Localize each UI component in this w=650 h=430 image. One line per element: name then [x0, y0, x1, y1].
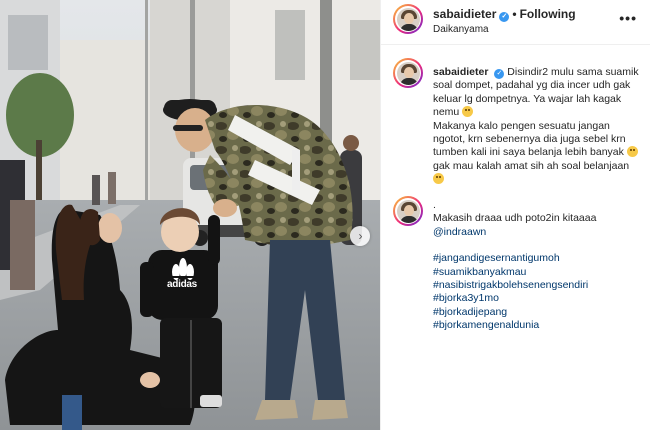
hashtag-link[interactable]: #suamikbanyakmau: [433, 266, 526, 278]
hashtag-link[interactable]: #bjorka3y1mo: [433, 292, 499, 304]
street-scene: [0, 0, 380, 430]
comment: . Makasih draaa udh poto2in kitaaaa @ind…: [433, 199, 639, 333]
hashtag-link[interactable]: #bjorkadijepang: [433, 306, 507, 318]
header-username-row: sabaidieter ✓ • Following: [433, 7, 576, 22]
avatar[interactable]: [393, 4, 423, 34]
following-button[interactable]: Following: [520, 7, 576, 21]
location-link[interactable]: Daikanyama: [433, 24, 489, 35]
caption: sabaidieter ✓ Disindir2 mulu sama suamik…: [433, 66, 639, 187]
post-photo[interactable]: adidas ›: [0, 0, 380, 430]
avatar-image: [396, 7, 420, 31]
caption-avatar[interactable]: [393, 58, 423, 88]
crying-emoji-icon: [433, 173, 444, 185]
unamused-emoji-icon: [462, 106, 474, 118]
mention-link[interactable]: @indraawn: [433, 226, 486, 238]
comment-dot: .: [433, 199, 436, 211]
grinning-emoji-icon: [626, 146, 638, 158]
more-options-icon[interactable]: •••: [619, 10, 637, 26]
next-photo-button[interactable]: ›: [350, 226, 370, 246]
username-link[interactable]: sabaidieter: [433, 7, 496, 21]
chevron-right-icon: ›: [358, 229, 363, 243]
avatar-image: [396, 61, 420, 85]
post-sidebar: sabaidieter ✓ • Following Daikanyama ••• sa…: [380, 0, 650, 430]
caption-username[interactable]: sabaidieter: [433, 66, 488, 78]
verified-badge-icon: ✓: [499, 12, 510, 22]
comment-text: Makasih draaa udh poto2in kitaaaa: [433, 212, 597, 225]
caption-text-3: gak mau kalah amat sih ah soal belanjaan: [433, 159, 630, 172]
verified-badge-icon: ✓: [494, 69, 505, 79]
post-header: sabaidieter ✓ • Following Daikanyama •••: [381, 0, 650, 45]
avatar-image: [396, 199, 420, 223]
hashtag-link[interactable]: #jangandigesernantigumoh: [433, 252, 560, 264]
comment-avatar[interactable]: [393, 196, 423, 226]
shirt-logo-text: adidas: [167, 279, 197, 290]
hashtag-link[interactable]: #nasibistrigakbolehsenengsendiri: [433, 279, 588, 291]
hashtag-link[interactable]: #bjorkamengenaldunia: [433, 319, 539, 331]
separator-dot: •: [512, 7, 517, 21]
caption-text-2: Makanya kalo pengen sesuatu jangan ngoto…: [433, 119, 626, 159]
instagram-post: adidas › sabaidieter ✓ • Following Daikanya…: [0, 0, 650, 430]
